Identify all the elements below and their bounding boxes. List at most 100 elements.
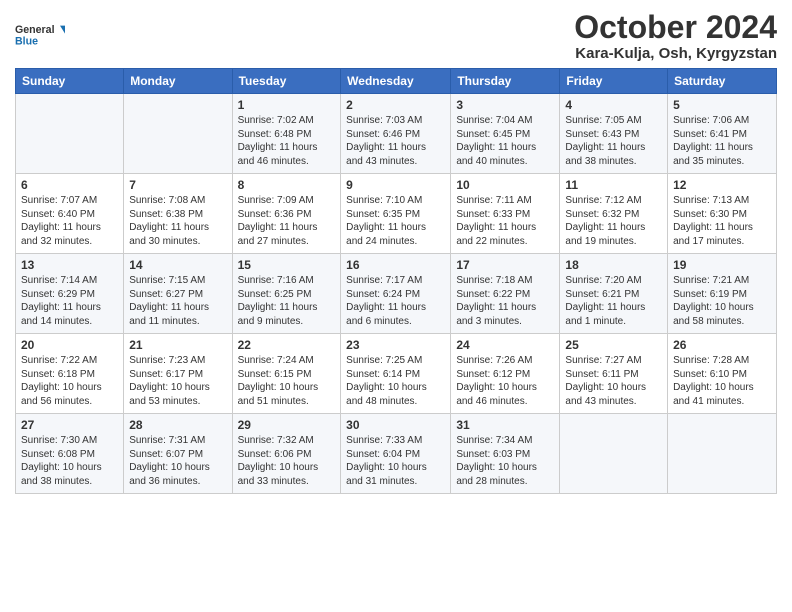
day-cell: 12Sunrise: 7:13 AMSunset: 6:30 PMDayligh… xyxy=(668,174,777,254)
svg-text:Blue: Blue xyxy=(15,35,38,47)
logo: General Blue xyxy=(15,14,65,56)
day-info: Sunrise: 7:20 AMSunset: 6:21 PMDaylight:… xyxy=(565,274,662,328)
day-cell: 4Sunrise: 7:05 AMSunset: 6:43 PMDaylight… xyxy=(560,94,668,174)
day-info: Sunrise: 7:11 AMSunset: 6:33 PMDaylight:… xyxy=(456,194,554,248)
day-number: 25 xyxy=(565,338,662,352)
day-cell: 16Sunrise: 7:17 AMSunset: 6:24 PMDayligh… xyxy=(341,254,451,334)
day-cell: 26 Sunrise: 7:28 AMSunset: 6:10 PMDayligh… xyxy=(668,334,777,414)
header-day-monday: Monday xyxy=(124,69,232,94)
day-number: 8 xyxy=(238,178,336,192)
day-info: Sunrise: 7:22 AMSunset: 6:18 PMDaylight:… xyxy=(21,354,118,408)
day-cell: 1Sunrise: 7:02 AMSunset: 6:48 PMDaylight… xyxy=(232,94,341,174)
day-number: 1 xyxy=(238,98,336,112)
day-cell: 28 Sunrise: 7:31 AMSunset: 6:07 PMDayligh… xyxy=(124,414,232,494)
day-info: Sunrise: 7:34 AMSunset: 6:03 PMDaylight:… xyxy=(456,434,554,488)
header-row: SundayMondayTuesdayWednesdayThursdayFrid… xyxy=(16,69,777,94)
day-number: 23 xyxy=(346,338,445,352)
day-number: 18 xyxy=(565,258,662,272)
day-number: 14 xyxy=(129,258,226,272)
day-cell: 13Sunrise: 7:14 AMSunset: 6:29 PMDayligh… xyxy=(16,254,124,334)
day-cell: 24Sunrise: 7:26 AMSunset: 6:12 PMDayligh… xyxy=(451,334,560,414)
calendar-table: SundayMondayTuesdayWednesdayThursdayFrid… xyxy=(15,68,777,494)
day-info: Sunrise: 7:26 AMSunset: 6:12 PMDaylight:… xyxy=(456,354,554,408)
day-info: Sunrise: 7:28 AMSunset: 6:10 PMDaylight:… xyxy=(673,354,771,408)
day-number: 10 xyxy=(456,178,554,192)
day-cell xyxy=(124,94,232,174)
day-number: 30 xyxy=(346,418,445,432)
day-info: Sunrise: 7:05 AMSunset: 6:43 PMDaylight:… xyxy=(565,114,662,168)
day-number: 17 xyxy=(456,258,554,272)
day-number: 31 xyxy=(456,418,554,432)
day-info: Sunrise: 7:25 AMSunset: 6:14 PMDaylight:… xyxy=(346,354,445,408)
day-cell: 31 Sunrise: 7:34 AMSunset: 6:03 PMDayligh… xyxy=(451,414,560,494)
day-number: 28 xyxy=(129,418,226,432)
page: General Blue October 2024 Kara-Kulja, Os… xyxy=(0,0,792,612)
day-number: 27 xyxy=(21,418,118,432)
day-number: 22 xyxy=(238,338,336,352)
header-day-wednesday: Wednesday xyxy=(341,69,451,94)
day-info: Sunrise: 7:32 AMSunset: 6:06 PMDaylight:… xyxy=(238,434,336,488)
day-info: Sunrise: 7:24 AMSunset: 6:15 PMDaylight:… xyxy=(238,354,336,408)
day-number: 15 xyxy=(238,258,336,272)
week-row-5: 27 Sunrise: 7:30 AMSunset: 6:08 PMDayligh… xyxy=(16,414,777,494)
day-cell: 20 Sunrise: 7:22 AMSunset: 6:18 PMDayligh… xyxy=(16,334,124,414)
day-cell: 23 Sunrise: 7:25 AMSunset: 6:14 PMDayligh… xyxy=(341,334,451,414)
header-day-sunday: Sunday xyxy=(16,69,124,94)
week-row-1: 1Sunrise: 7:02 AMSunset: 6:48 PMDaylight… xyxy=(16,94,777,174)
day-cell: 29Sunrise: 7:32 AMSunset: 6:06 PMDayligh… xyxy=(232,414,341,494)
day-info: Sunrise: 7:10 AMSunset: 6:35 PMDaylight:… xyxy=(346,194,445,248)
day-number: 9 xyxy=(346,178,445,192)
day-number: 5 xyxy=(673,98,771,112)
svg-text:General: General xyxy=(15,24,55,36)
day-cell: 9 Sunrise: 7:10 AMSunset: 6:35 PMDaylight… xyxy=(341,174,451,254)
logo-svg: General Blue xyxy=(15,14,65,56)
header-day-tuesday: Tuesday xyxy=(232,69,341,94)
day-cell: 8 Sunrise: 7:09 AMSunset: 6:36 PMDaylight… xyxy=(232,174,341,254)
day-info: Sunrise: 7:30 AMSunset: 6:08 PMDaylight:… xyxy=(21,434,118,488)
day-info: Sunrise: 7:21 AMSunset: 6:19 PMDaylight:… xyxy=(673,274,771,328)
day-number: 3 xyxy=(456,98,554,112)
location-title: Kara-Kulja, Osh, Kyrgyzstan xyxy=(574,45,777,62)
header-day-saturday: Saturday xyxy=(668,69,777,94)
day-cell: 17 Sunrise: 7:18 AMSunset: 6:22 PMDayligh… xyxy=(451,254,560,334)
day-info: Sunrise: 7:04 AMSunset: 6:45 PMDaylight:… xyxy=(456,114,554,168)
day-number: 21 xyxy=(129,338,226,352)
day-info: Sunrise: 7:12 AMSunset: 6:32 PMDaylight:… xyxy=(565,194,662,248)
day-number: 2 xyxy=(346,98,445,112)
day-cell: 30 Sunrise: 7:33 AMSunset: 6:04 PMDayligh… xyxy=(341,414,451,494)
day-info: Sunrise: 7:03 AMSunset: 6:46 PMDaylight:… xyxy=(346,114,445,168)
day-info: Sunrise: 7:16 AMSunset: 6:25 PMDaylight:… xyxy=(238,274,336,328)
day-number: 19 xyxy=(673,258,771,272)
day-number: 11 xyxy=(565,178,662,192)
day-cell: 25Sunrise: 7:27 AMSunset: 6:11 PMDayligh… xyxy=(560,334,668,414)
day-cell: 22 Sunrise: 7:24 AMSunset: 6:15 PMDayligh… xyxy=(232,334,341,414)
header: General Blue October 2024 Kara-Kulja, Os… xyxy=(15,10,777,62)
day-cell: 18 Sunrise: 7:20 AMSunset: 6:21 PMDayligh… xyxy=(560,254,668,334)
day-number: 12 xyxy=(673,178,771,192)
day-cell xyxy=(668,414,777,494)
day-info: Sunrise: 7:31 AMSunset: 6:07 PMDaylight:… xyxy=(129,434,226,488)
day-number: 13 xyxy=(21,258,118,272)
day-info: Sunrise: 7:06 AMSunset: 6:41 PMDaylight:… xyxy=(673,114,771,168)
day-info: Sunrise: 7:09 AMSunset: 6:36 PMDaylight:… xyxy=(238,194,336,248)
day-number: 6 xyxy=(21,178,118,192)
day-cell: 15 Sunrise: 7:16 AMSunset: 6:25 PMDayligh… xyxy=(232,254,341,334)
day-number: 20 xyxy=(21,338,118,352)
day-cell: 5 Sunrise: 7:06 AMSunset: 6:41 PMDaylight… xyxy=(668,94,777,174)
day-info: Sunrise: 7:08 AMSunset: 6:38 PMDaylight:… xyxy=(129,194,226,248)
day-cell xyxy=(560,414,668,494)
day-number: 16 xyxy=(346,258,445,272)
day-info: Sunrise: 7:23 AMSunset: 6:17 PMDaylight:… xyxy=(129,354,226,408)
day-cell: 7Sunrise: 7:08 AMSunset: 6:38 PMDaylight… xyxy=(124,174,232,254)
header-day-friday: Friday xyxy=(560,69,668,94)
day-cell: 21 Sunrise: 7:23 AMSunset: 6:17 PMDayligh… xyxy=(124,334,232,414)
day-number: 26 xyxy=(673,338,771,352)
day-info: Sunrise: 7:07 AMSunset: 6:40 PMDaylight:… xyxy=(21,194,118,248)
day-cell: 6 Sunrise: 7:07 AMSunset: 6:40 PMDaylight… xyxy=(16,174,124,254)
day-cell: 14Sunrise: 7:15 AMSunset: 6:27 PMDayligh… xyxy=(124,254,232,334)
day-info: Sunrise: 7:33 AMSunset: 6:04 PMDaylight:… xyxy=(346,434,445,488)
day-cell: 11 Sunrise: 7:12 AMSunset: 6:32 PMDayligh… xyxy=(560,174,668,254)
day-cell: 3 Sunrise: 7:04 AMSunset: 6:45 PMDaylight… xyxy=(451,94,560,174)
day-cell: 10 Sunrise: 7:11 AMSunset: 6:33 PMDayligh… xyxy=(451,174,560,254)
day-info: Sunrise: 7:18 AMSunset: 6:22 PMDaylight:… xyxy=(456,274,554,328)
